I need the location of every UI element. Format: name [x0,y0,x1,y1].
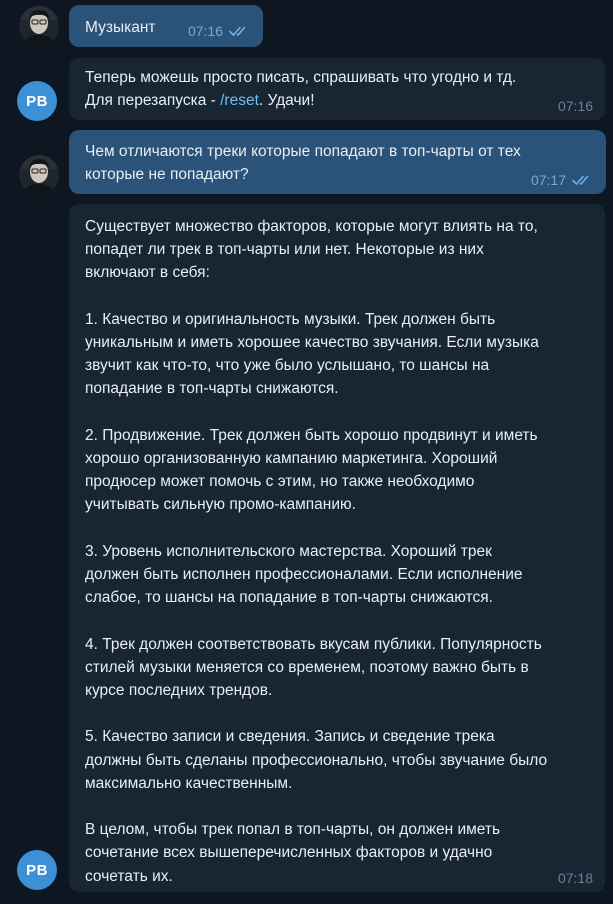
message-time: 07:16 [557,98,593,114]
message-incoming[interactable]: Теперь можешь просто писать, спрашивать … [69,58,605,120]
message-outgoing[interactable]: Чем отличаются треки которые попадают в … [69,130,606,194]
bot-avatar-initials: PB [26,92,48,110]
bot-avatar[interactable]: PB [17,850,57,890]
message-meta: 07:18 [558,870,593,886]
user-avatar[interactable] [19,155,59,195]
chat-history: Музыкант 07:16 PB Теперь можешь просто п… [0,0,613,904]
message-text: Теперь можешь просто писать, спрашивать … [85,69,516,109]
message-incoming[interactable]: Существует множество факторов, которые м… [69,204,605,892]
message-outgoing[interactable]: Музыкант 07:16 [69,5,263,47]
message-text-part: . Удачи! [258,92,315,110]
message-text: Чем отличаются треки которые попадают в … [85,143,521,184]
message-time: 07:17 [530,172,566,188]
double-check-icon [572,175,589,185]
message-text: Музыкант [85,19,156,36]
user-photo-icon [19,6,59,46]
double-check-icon [229,26,246,36]
message-meta: 07:17 [531,172,594,188]
reset-command-link[interactable]: /reset [220,92,259,109]
message-meta: 07:16 [188,23,251,39]
message-meta: 07:16 [558,98,593,114]
bot-avatar-initials: PB [26,861,48,879]
message-time: 07:16 [187,23,223,39]
bot-avatar[interactable]: PB [17,81,57,121]
user-photo-icon [19,155,59,195]
message-time: 07:18 [557,870,593,886]
user-avatar[interactable] [19,6,59,46]
message-text: Существует множество факторов, которые м… [85,218,548,885]
